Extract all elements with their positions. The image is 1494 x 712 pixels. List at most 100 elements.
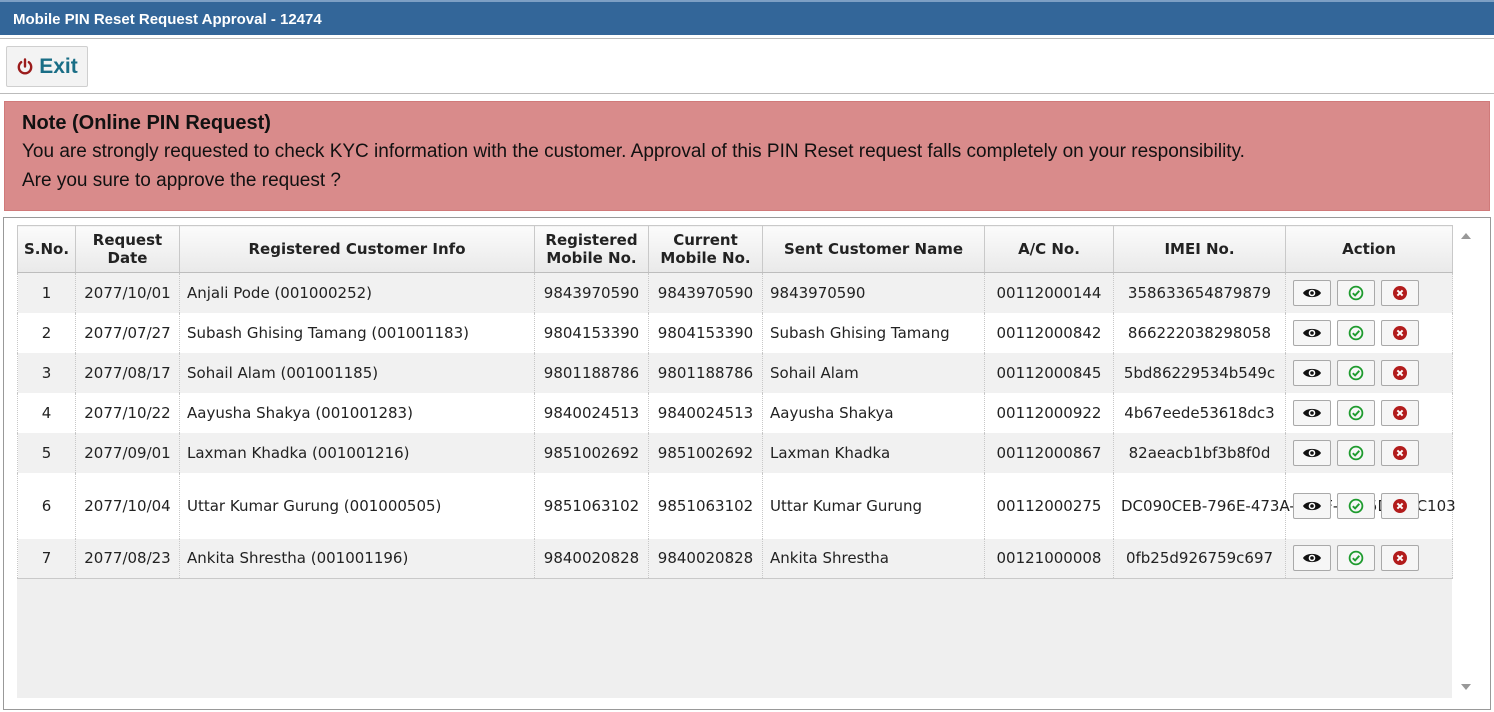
header-sno[interactable]: S.No.	[17, 225, 76, 273]
view-button[interactable]	[1293, 545, 1331, 572]
header-imei[interactable]: IMEI No.	[1113, 225, 1286, 273]
cell-action	[1285, 352, 1453, 393]
cell-sent-customer-name: Subash Ghising Tamang	[762, 312, 985, 353]
cell-request-date: 2077/08/17	[75, 352, 180, 393]
view-button[interactable]	[1293, 319, 1331, 346]
table-row[interactable]: 5 2077/09/01 Laxman Khadka (001001216) 9851…	[17, 432, 1453, 473]
cell-customer-info: Anjali Pode (001000252)	[179, 272, 535, 313]
header-ac-no[interactable]: A/C No.	[984, 225, 1114, 273]
exit-label: Exit	[39, 54, 78, 78]
cell-ac-no: 00112000867	[984, 432, 1114, 473]
view-button[interactable]	[1293, 492, 1331, 519]
approve-icon	[1348, 285, 1364, 301]
cell-ac-no: 00112000922	[984, 392, 1114, 433]
view-button[interactable]	[1293, 279, 1331, 306]
cell-request-date: 2077/09/01	[75, 432, 180, 473]
table-row[interactable]: 3 2077/08/17 Sohail Alam (001001185) 980118…	[17, 352, 1453, 393]
requests-grid: S.No. Request Date Registered Customer In…	[17, 225, 1456, 698]
approve-icon	[1348, 405, 1364, 421]
cell-action	[1285, 392, 1453, 433]
cell-imei: 358633654879879	[1113, 272, 1286, 313]
approve-icon	[1348, 550, 1364, 566]
cell-imei: 82aeacb1bf3b8f0d	[1113, 432, 1286, 473]
table-row[interactable]: 4 2077/10/22 Aayusha Shakya (001001283) 984…	[17, 392, 1453, 433]
cell-action	[1285, 432, 1453, 473]
header-current-mobile[interactable]: Current Mobile No.	[648, 225, 763, 273]
scroll-down-icon[interactable]	[1461, 684, 1471, 690]
table-row[interactable]: 6 2077/10/04 Uttar Kumar Gurung (001000505…	[17, 472, 1456, 539]
view-button[interactable]	[1293, 359, 1331, 386]
approve-button[interactable]	[1337, 359, 1375, 386]
header-registered-mobile[interactable]: Registered Mobile No.	[534, 225, 649, 273]
view-icon	[1302, 446, 1322, 460]
cell-sno: 3	[17, 352, 76, 393]
reject-icon	[1392, 405, 1408, 421]
reject-button[interactable]	[1381, 492, 1419, 519]
table-header-row: S.No. Request Date Registered Customer In…	[17, 225, 1453, 273]
table-row[interactable]: 2 2077/07/27 Subash Ghising Tamang (001001…	[17, 312, 1453, 353]
approve-button[interactable]	[1337, 492, 1375, 519]
note-line-1: You are strongly requested to check KYC …	[22, 141, 1245, 162]
approve-icon	[1348, 498, 1364, 514]
cell-imei: 866222038298058	[1113, 312, 1286, 353]
cell-sent-customer-name: Uttar Kumar Gurung	[762, 472, 985, 539]
approve-icon	[1348, 365, 1364, 381]
cell-sent-customer-name: Sohail Alam	[762, 352, 985, 393]
note-title: Note (Online PIN Request)	[22, 112, 271, 134]
cell-imei: 0fb25d926759c697	[1113, 538, 1286, 579]
view-icon	[1302, 326, 1322, 340]
cell-registered-mobile: 9843970590	[534, 272, 649, 313]
reject-button[interactable]	[1381, 439, 1419, 466]
reject-icon	[1392, 445, 1408, 461]
reject-button[interactable]	[1381, 319, 1419, 346]
approve-button[interactable]	[1337, 439, 1375, 466]
approve-button[interactable]	[1337, 399, 1375, 426]
cell-ac-no: 00112000845	[984, 352, 1114, 393]
cell-sno: 7	[17, 538, 76, 579]
reject-button[interactable]	[1381, 399, 1419, 426]
note-banner: Note (Online PIN Request) You are strong…	[4, 101, 1490, 211]
view-icon	[1302, 286, 1322, 300]
cell-action	[1285, 538, 1453, 579]
reject-icon	[1392, 325, 1408, 341]
reject-icon	[1392, 285, 1408, 301]
exit-button[interactable]: Exit	[6, 46, 88, 87]
approve-button[interactable]	[1337, 279, 1375, 306]
reject-button[interactable]	[1381, 279, 1419, 306]
table-row[interactable]: 7 2077/08/23 Ankita Shrestha (001001196) 98…	[17, 538, 1453, 579]
cell-current-mobile: 9851063102	[648, 472, 763, 539]
cell-sno: 1	[17, 272, 76, 313]
cell-request-date: 2077/10/01	[75, 272, 180, 313]
view-button[interactable]	[1293, 439, 1331, 466]
cell-registered-mobile: 9801188786	[534, 352, 649, 393]
requests-table: S.No. Request Date Registered Customer In…	[17, 225, 1456, 579]
view-icon	[1302, 366, 1322, 380]
cell-registered-mobile: 9804153390	[534, 312, 649, 353]
view-button[interactable]	[1293, 399, 1331, 426]
cell-customer-info: Laxman Khadka (001001216)	[179, 432, 535, 473]
reject-button[interactable]	[1381, 545, 1419, 572]
scroll-up-icon[interactable]	[1461, 233, 1471, 239]
header-customer-info[interactable]: Registered Customer Info	[179, 225, 535, 273]
cell-current-mobile: 9801188786	[648, 352, 763, 393]
reject-button[interactable]	[1381, 359, 1419, 386]
cell-current-mobile: 9804153390	[648, 312, 763, 353]
approve-button[interactable]	[1337, 319, 1375, 346]
vertical-scrollbar[interactable]	[1455, 225, 1477, 698]
header-sent-customer-name[interactable]: Sent Customer Name	[762, 225, 985, 273]
cell-sent-customer-name: Aayusha Shakya	[762, 392, 985, 433]
table-row[interactable]: 1 2077/10/01 Anjali Pode (001000252) 984397…	[17, 272, 1453, 313]
cell-registered-mobile: 9840020828	[534, 538, 649, 579]
cell-sno: 6	[17, 472, 76, 539]
cell-customer-info: Subash Ghising Tamang (001001183)	[179, 312, 535, 353]
header-request-date[interactable]: Request Date	[75, 225, 180, 273]
cell-sent-customer-name: Laxman Khadka	[762, 432, 985, 473]
cell-imei: 4b67eede53618dc3	[1113, 392, 1286, 433]
cell-customer-info: Ankita Shrestha (001001196)	[179, 538, 535, 579]
approve-icon	[1348, 325, 1364, 341]
requests-panel: S.No. Request Date Registered Customer In…	[3, 217, 1491, 710]
cell-registered-mobile: 9851063102	[534, 472, 649, 539]
cell-customer-info: Uttar Kumar Gurung (001000505)	[179, 472, 535, 539]
approve-icon	[1348, 445, 1364, 461]
approve-button[interactable]	[1337, 545, 1375, 572]
